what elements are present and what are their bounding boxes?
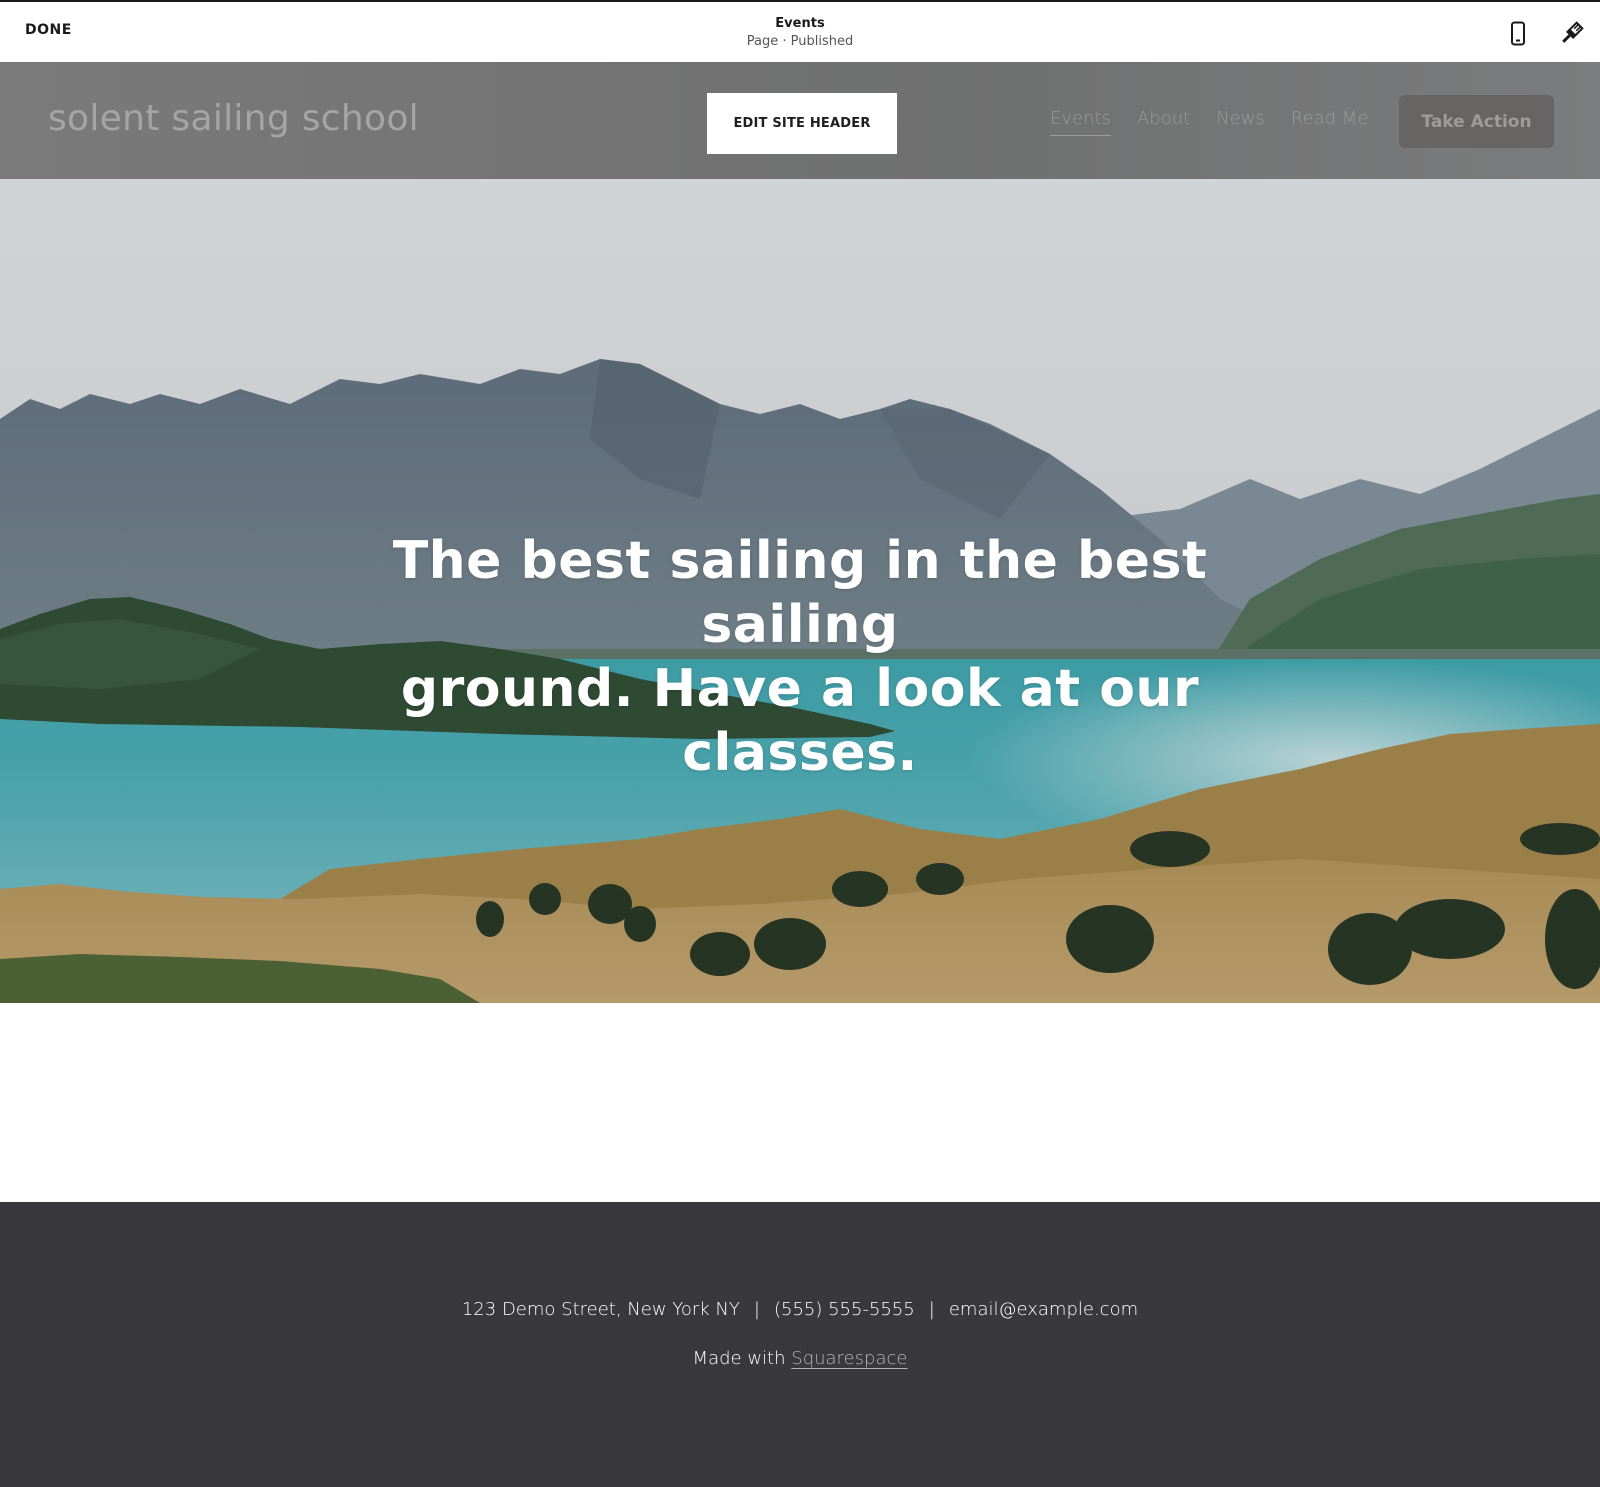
hero-section: The best sailing in the best sailing gro… <box>0 179 1600 1003</box>
footer-separator: | <box>928 1299 935 1320</box>
editor-toolbar: DONE Events Page · Published <box>0 0 1600 62</box>
made-with-label: Made with <box>692 1348 786 1369</box>
content-section <box>0 1003 1600 1202</box>
nav-item-read-me[interactable]: Read Me <box>1291 108 1369 136</box>
main-navigation: Events About News Read Me <box>1050 108 1368 136</box>
squarespace-link[interactable]: Squarespace <box>791 1348 907 1369</box>
footer-separator: | <box>753 1299 760 1320</box>
page-status: Page · Published <box>746 34 854 49</box>
footer-contact-info: 123 Demo Street, New York NY | (555) 555-5… <box>0 1299 1600 1320</box>
mobile-phone-icon <box>1511 21 1525 46</box>
hero-headline: The best sailing in the best sailing gro… <box>300 529 1300 785</box>
site-footer: 123 Demo Street, New York NY | (555) 555-5… <box>0 1202 1600 1487</box>
hero-headline-line-1: The best sailing in the best sailing <box>392 531 1208 655</box>
nav-item-events[interactable]: Events <box>1050 108 1111 136</box>
site-header: solent sailing school EDIT SITE HEADER E… <box>0 62 1600 179</box>
footer-made-with: Made with Squarespace <box>0 1348 1600 1369</box>
footer-phone: (555) 555-5555 <box>773 1299 915 1320</box>
nav-item-about[interactable]: About <box>1137 108 1190 136</box>
page-info: Events Page · Published <box>0 16 1600 49</box>
page-title: Events <box>775 16 825 31</box>
paintbrush-icon <box>1562 21 1584 43</box>
take-action-button[interactable]: Take Action <box>1399 95 1554 148</box>
mobile-preview-button[interactable] <box>1505 20 1531 48</box>
footer-address: 123 Demo Street, New York NY <box>461 1299 740 1320</box>
edit-site-header-button[interactable]: EDIT SITE HEADER <box>707 93 897 154</box>
footer-email[interactable]: email@example.com <box>949 1299 1138 1320</box>
site-logo[interactable]: solent sailing school <box>48 98 419 139</box>
hero-headline-line-2: ground. Have a look at our classes. <box>400 659 1200 783</box>
nav-item-news[interactable]: News <box>1216 108 1265 136</box>
site-styles-button[interactable] <box>1558 20 1584 48</box>
